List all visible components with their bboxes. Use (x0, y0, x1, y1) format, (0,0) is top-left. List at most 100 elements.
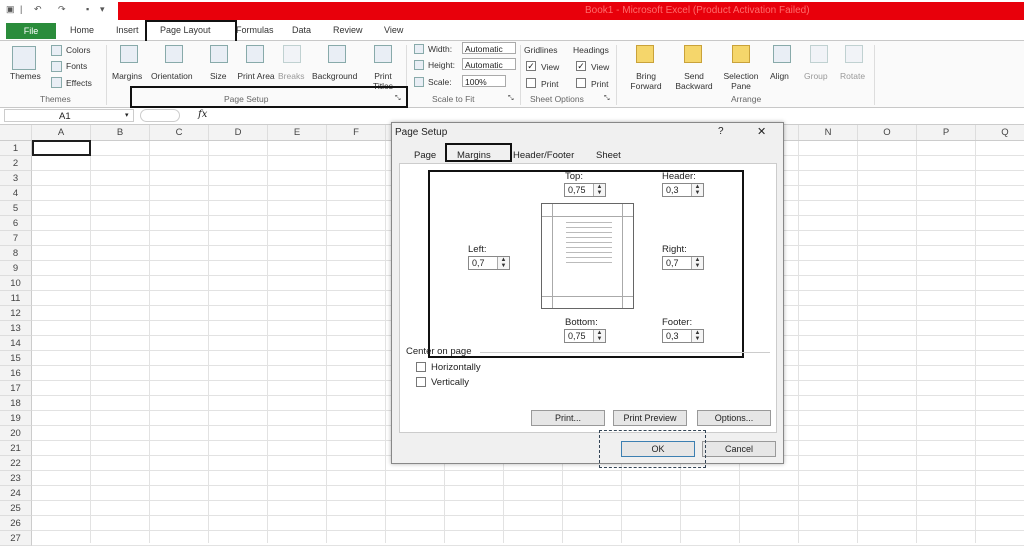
send-backward-button[interactable]: Send Backward (670, 71, 718, 91)
headings-view-checkbox[interactable]: ✓ (576, 61, 586, 71)
row-header-11[interactable]: 11 (0, 291, 32, 306)
column-header-d[interactable]: D (209, 125, 268, 140)
sheet-options-launcher-icon[interactable]: ⤡ (604, 95, 610, 103)
bring-forward-button[interactable]: Bring Forward (624, 71, 668, 91)
row-header-10[interactable]: 10 (0, 276, 32, 291)
select-all-corner[interactable] (0, 125, 32, 140)
scale-input[interactable]: 100% (462, 75, 506, 87)
name-box-dropdown-icon[interactable]: ▾ (125, 111, 129, 119)
row-header-8[interactable]: 8 (0, 246, 32, 261)
bring-forward-icon (636, 45, 654, 63)
size-button[interactable]: Size (210, 71, 227, 81)
row-header-14[interactable]: 14 (0, 336, 32, 351)
tab-formulas[interactable]: Formulas (236, 25, 274, 35)
tab-home[interactable]: Home (70, 25, 94, 35)
help-icon[interactable]: ? (718, 126, 724, 137)
breaks-button[interactable]: Breaks (278, 71, 304, 81)
themes-button[interactable]: Themes (10, 71, 41, 81)
gridlines-view-checkbox[interactable]: ✓ (526, 61, 536, 71)
row-header-17[interactable]: 17 (0, 381, 32, 396)
redo-icon[interactable]: ↷ (58, 4, 66, 15)
row-header-9[interactable]: 9 (0, 261, 32, 276)
row-header-23[interactable]: 23 (0, 471, 32, 486)
row-header-21[interactable]: 21 (0, 441, 32, 456)
selection-pane-button[interactable]: Selection Pane (720, 71, 762, 91)
row-header-7[interactable]: 7 (0, 231, 32, 246)
grid-column-line (267, 141, 268, 543)
row-header-24[interactable]: 24 (0, 486, 32, 501)
tab-header-footer[interactable]: Header/Footer (513, 150, 574, 161)
column-header-b[interactable]: B (91, 125, 150, 140)
headings-print-checkbox[interactable] (576, 78, 586, 88)
effects-button[interactable]: Effects (66, 78, 92, 88)
margins-button[interactable]: Margins (112, 71, 142, 81)
orientation-button[interactable]: Orientation (151, 71, 193, 81)
column-header-f[interactable]: F (327, 125, 386, 140)
group-button[interactable]: Group (804, 71, 828, 81)
customize-qat-icon[interactable]: ▾ (100, 4, 105, 15)
options-button[interactable]: Options... (697, 410, 771, 426)
themes-icon[interactable] (12, 46, 36, 70)
print-preview-button[interactable]: Print Preview (613, 410, 687, 426)
column-header-e[interactable]: E (268, 125, 327, 140)
row-header-1[interactable]: 1 (0, 141, 32, 156)
row-header-5[interactable]: 5 (0, 201, 32, 216)
grid-column-line (326, 141, 327, 543)
close-icon[interactable]: ✕ (757, 125, 766, 138)
save-icon[interactable]: ▪ (86, 4, 89, 14)
row-header-13[interactable]: 13 (0, 321, 32, 336)
width-select[interactable]: Automatic (462, 42, 516, 54)
column-header-c[interactable]: C (150, 125, 209, 140)
column-header-q[interactable]: Q (976, 125, 1024, 140)
active-cell-a1[interactable] (32, 140, 91, 156)
column-header-n[interactable]: N (799, 125, 858, 140)
fx-icon[interactable]: fx (198, 109, 207, 120)
cancel-button[interactable]: Cancel (702, 441, 776, 457)
tab-review[interactable]: Review (333, 25, 363, 35)
row-header-19[interactable]: 19 (0, 411, 32, 426)
grid-row-line (32, 470, 1024, 471)
row-header-25[interactable]: 25 (0, 501, 32, 516)
background-button[interactable]: Background (312, 71, 357, 81)
tab-sheet[interactable]: Sheet (596, 150, 621, 161)
row-header-18[interactable]: 18 (0, 396, 32, 411)
row-header-20[interactable]: 20 (0, 426, 32, 441)
print-area-button[interactable]: Print Area (236, 71, 276, 81)
horizontally-checkbox[interactable] (416, 362, 426, 372)
column-header-o[interactable]: O (858, 125, 917, 140)
fonts-button[interactable]: Fonts (66, 61, 87, 71)
undo-icon[interactable]: ↶ (34, 4, 42, 15)
vertically-checkbox[interactable] (416, 377, 426, 387)
gridlines-label: Gridlines (524, 45, 558, 55)
row-header-26[interactable]: 26 (0, 516, 32, 531)
excel-icon[interactable]: ▣ (6, 4, 15, 15)
align-button[interactable]: Align (770, 71, 789, 81)
row-header-16[interactable]: 16 (0, 366, 32, 381)
tab-file[interactable]: File (6, 23, 56, 39)
tab-page[interactable]: Page (414, 150, 436, 161)
row-header-3[interactable]: 3 (0, 171, 32, 186)
row-header-6[interactable]: 6 (0, 216, 32, 231)
row-header-4[interactable]: 4 (0, 186, 32, 201)
column-header-p[interactable]: P (917, 125, 976, 140)
row-header-22[interactable]: 22 (0, 456, 32, 471)
tab-view[interactable]: View (384, 25, 403, 35)
send-backward-icon (684, 45, 702, 63)
row-header-15[interactable]: 15 (0, 351, 32, 366)
height-select[interactable]: Automatic (462, 58, 516, 70)
row-header-2[interactable]: 2 (0, 156, 32, 171)
row-header-12[interactable]: 12 (0, 306, 32, 321)
row-header-27[interactable]: 27 (0, 531, 32, 546)
name-box[interactable]: A1 ▾ (4, 109, 134, 122)
gridlines-print-checkbox[interactable] (526, 78, 536, 88)
headings-label: Headings (573, 45, 609, 55)
scale-launcher-icon[interactable]: ⤡ (508, 95, 514, 103)
tab-data[interactable]: Data (292, 25, 311, 35)
print-button[interactable]: Print... (531, 410, 605, 426)
rotate-button[interactable]: Rotate (840, 71, 865, 81)
formula-input[interactable] (214, 109, 1020, 122)
column-header-a[interactable]: A (32, 125, 91, 140)
grid-column-line (385, 141, 386, 543)
colors-button[interactable]: Colors (66, 45, 91, 55)
tab-insert[interactable]: Insert (116, 25, 139, 35)
